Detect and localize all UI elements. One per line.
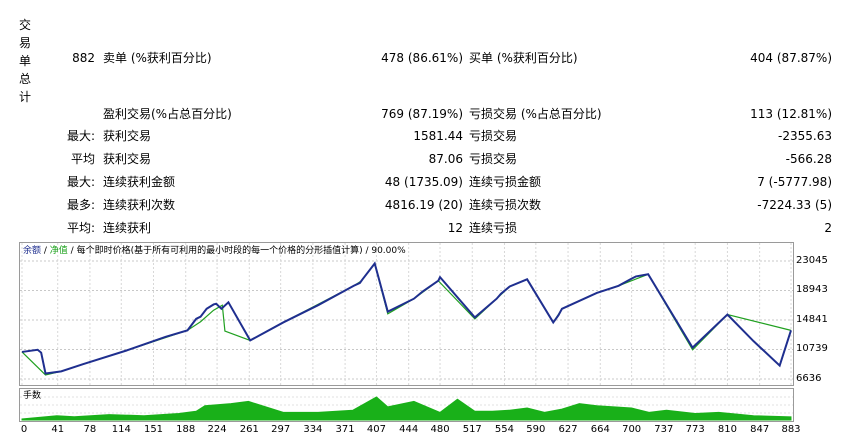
- y-tick-label: 6636: [796, 373, 822, 384]
- x-tick-label: 78: [83, 424, 97, 435]
- volume-chart: [20, 396, 793, 421]
- x-tick-label: 0: [20, 424, 28, 435]
- average-consecutive-losses-value: 2: [824, 221, 832, 235]
- x-tick-label: 297: [271, 424, 291, 435]
- x-tick-label: 664: [590, 424, 610, 435]
- largest-label: 最大:: [66, 129, 95, 143]
- balance-line: [21, 261, 792, 375]
- legend-separator: /: [67, 246, 77, 256]
- x-tick-label: 517: [462, 424, 482, 435]
- legend-equity: 净值: [49, 246, 68, 256]
- profit-trades-label: 盈利交易(%占总百分比): [103, 107, 232, 121]
- x-tick-label: 773: [685, 424, 705, 435]
- x-tick-label: 188: [176, 424, 196, 435]
- balance-chart-frame: [19, 242, 794, 386]
- y-tick-label: 14841: [796, 313, 828, 325]
- x-tick-label: 261: [239, 424, 259, 435]
- legend-separator: /: [41, 246, 50, 256]
- average-label: 平均: [70, 152, 95, 166]
- average-consecutive-wins-label: 连续获利: [103, 221, 152, 235]
- largest-profit-label: 获利交易: [103, 129, 152, 143]
- x-tick-label: 700: [622, 424, 642, 435]
- report-section-title: 交易单总计: [18, 18, 31, 104]
- long-trades-label: 买单 (%获利百分比): [469, 51, 578, 65]
- chart-legend: 余额 / 净值 / 每个即时价格(基于所有可利用的最小时段的每一个价格的分形插值…: [23, 246, 406, 257]
- loss-trades-value: 113 (12.81%): [750, 107, 832, 121]
- most-label: 最多:: [66, 198, 95, 212]
- average-consecutive-wins-value: 12: [447, 221, 463, 235]
- x-tick-label: 480: [430, 424, 450, 435]
- x-tick-label: 151: [143, 424, 164, 435]
- short-trades-value: 478 (86.61%): [381, 51, 463, 65]
- average-consecutive-label: 平均:: [66, 221, 95, 235]
- max-consecutive-losses-count-value: -7224.33 (5): [757, 198, 832, 212]
- long-trades-value: 404 (87.87%): [750, 51, 832, 65]
- max-consecutive-wins-amount-label: 连续获利金额: [103, 175, 176, 189]
- loss-trades-label: 亏损交易 (%占总百分比): [469, 107, 602, 121]
- average-loss-label: 亏损交易: [469, 152, 518, 166]
- balance-equity-chart: [20, 243, 793, 385]
- x-tick-label: 224: [207, 424, 227, 435]
- largest-loss-label: 亏损交易: [469, 129, 518, 143]
- largest-profit-value: 1581.44: [413, 129, 463, 143]
- legend-modeling-quality: 90.00%: [371, 246, 406, 256]
- legend-model-text: 每个即时价格(基于所有可利用的最小时段的每一个价格的分形插值计算): [76, 246, 363, 256]
- volume-legend: 手数: [23, 391, 42, 401]
- x-tick-label: 847: [750, 424, 770, 435]
- x-tick-label: 627: [558, 424, 578, 435]
- volume-chart-frame: [19, 388, 794, 422]
- x-tick-label: 407: [366, 424, 386, 435]
- x-tick-label: 41: [51, 424, 65, 435]
- x-tick-label: 883: [781, 424, 801, 435]
- y-tick-label: 10739: [796, 343, 828, 355]
- profit-trades-value: 769 (87.19%): [381, 107, 463, 121]
- short-trades-label: 卖单 (%获利百分比): [103, 51, 212, 65]
- volume-area: [21, 396, 792, 421]
- max-consecutive-losses-amount-label: 连续亏损金额: [469, 175, 542, 189]
- y-tick-label: 18943: [796, 284, 828, 296]
- max-consecutive-wins-count-value: 4816.19 (20): [384, 198, 463, 212]
- average-consecutive-losses-label: 连续亏损: [469, 221, 518, 235]
- maximum-label: 最大:: [66, 175, 95, 189]
- x-tick-label: 554: [494, 424, 515, 435]
- x-tick-label: 114: [111, 424, 131, 435]
- average-profit-label: 获利交易: [103, 152, 152, 166]
- max-consecutive-losses-amount-value: 7 (-5777.98): [757, 175, 832, 189]
- x-tick-label: 444: [399, 424, 419, 435]
- total-trades-value: 882: [72, 51, 95, 65]
- max-consecutive-wins-count-label: 连续获利次数: [103, 198, 176, 212]
- x-tick-label: 590: [526, 424, 546, 435]
- average-loss-value: -566.28: [785, 152, 832, 166]
- x-tick-label: 810: [717, 424, 737, 435]
- x-tick-label: 334: [303, 424, 323, 435]
- x-tick-label: 737: [654, 424, 674, 435]
- max-consecutive-wins-amount-value: 48 (1735.09): [384, 175, 463, 189]
- x-tick-label: 371: [335, 424, 355, 435]
- legend-balance: 余额: [23, 246, 42, 256]
- y-tick-label: 23045: [796, 255, 828, 266]
- largest-loss-value: -2355.63: [778, 129, 832, 143]
- average-profit-value: 87.06: [428, 152, 463, 166]
- max-consecutive-losses-count-label: 连续亏损次数: [469, 198, 542, 212]
